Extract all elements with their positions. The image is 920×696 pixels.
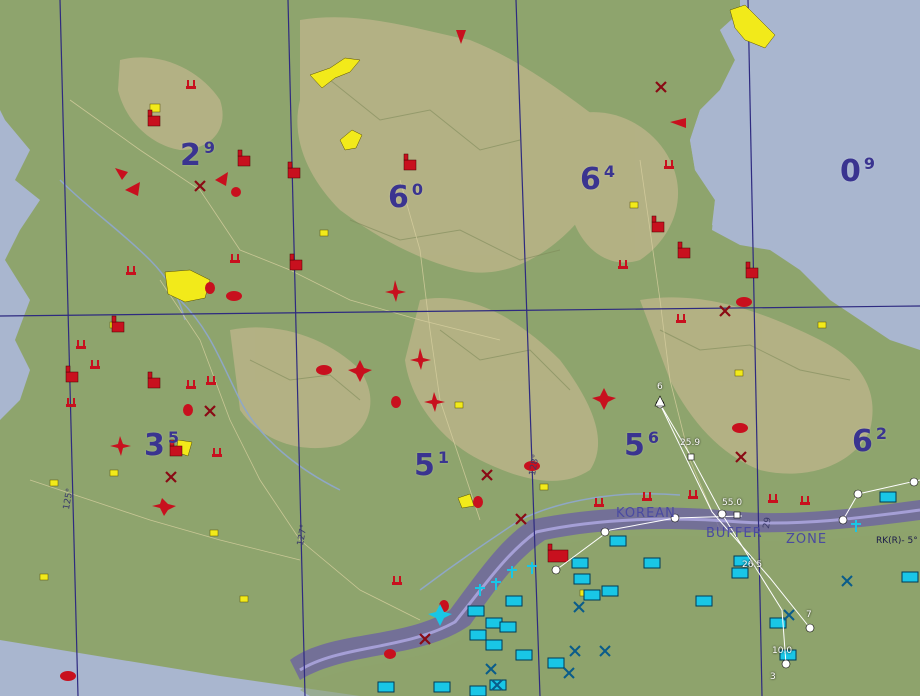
region-label-62: 62 [852, 424, 889, 459]
route-label-f: 7 [806, 610, 812, 620]
buffer-zone-label-korean: KOREAN [616, 506, 676, 521]
bunker-icon [60, 671, 76, 681]
friendly-unit-icon [583, 589, 601, 601]
route-label-c: 55.0 [722, 498, 743, 508]
friendly-unit-icon [499, 621, 517, 633]
waypoint-icon [551, 565, 561, 575]
friendly-unit-icon [469, 629, 487, 641]
route-label-d: 26.5 [742, 560, 763, 570]
waypoint-icon [838, 515, 848, 525]
route-label-a: 6 [657, 382, 663, 392]
route-label-g: 3 [770, 672, 776, 682]
route-label-b: 25.9 [680, 438, 701, 448]
bunker-icon [316, 365, 332, 375]
waypoint-icon [600, 527, 610, 537]
region-label-51: 51 [414, 448, 451, 483]
bunker-icon [384, 649, 396, 659]
map-canvas [0, 0, 920, 696]
friendly-unit-icon [377, 681, 395, 693]
bunker-icon [226, 291, 242, 301]
waypoint-icon [853, 489, 863, 499]
waypoint-icon [805, 623, 815, 633]
region-label-64: 64 [580, 162, 617, 197]
grid-label-rk: RK(R)- 5° [876, 536, 918, 546]
friendly-unit-icon [571, 557, 589, 569]
friendly-unit-icon [573, 573, 591, 585]
friendly-unit-icon [901, 571, 919, 583]
region-label-60: 60 [388, 180, 425, 215]
friendly-unit-icon [547, 657, 565, 669]
friendly-unit-icon [485, 639, 503, 651]
bunker-icon [473, 496, 483, 508]
theater-map[interactable]: 29 60 64 09 35 51 56 62 KOREAN BUFFER ZO… [0, 0, 920, 696]
bunker-icon [183, 404, 193, 416]
buffer-zone-label-zone: ZONE [786, 532, 828, 547]
waypoint-icon [687, 453, 695, 461]
region-label-29: 29 [180, 138, 217, 173]
friendly-unit-icon [609, 535, 627, 547]
friendly-unit-icon [879, 491, 897, 503]
waypoint-icon [733, 511, 741, 519]
waypoint-icon [717, 509, 727, 519]
buffer-zone-label-buffer: BUFFER [706, 526, 763, 541]
friendly-unit-icon [433, 681, 451, 693]
friendly-unit-icon [695, 595, 713, 607]
friendly-unit-icon [643, 557, 661, 569]
friendly-unit-icon [467, 605, 485, 617]
bunker-icon [391, 396, 401, 408]
bunker-icon [231, 187, 241, 197]
friendly-unit-icon [515, 649, 533, 661]
waypoint-icon [909, 477, 919, 487]
region-label-35: 35 [144, 428, 181, 463]
waypoint-icon [781, 659, 791, 669]
bunker-icon [205, 282, 215, 294]
region-label-09: 09 [840, 154, 877, 189]
friendly-unit-icon [505, 595, 523, 607]
friendly-unit-icon [469, 685, 487, 696]
friendly-unit-icon [601, 585, 619, 597]
route-label-e: 10.0 [772, 646, 793, 656]
region-label-56: 56 [624, 428, 661, 463]
bunker-icon [732, 423, 748, 433]
grid-label-29: 29 [761, 516, 774, 530]
bunker-icon [736, 297, 752, 307]
